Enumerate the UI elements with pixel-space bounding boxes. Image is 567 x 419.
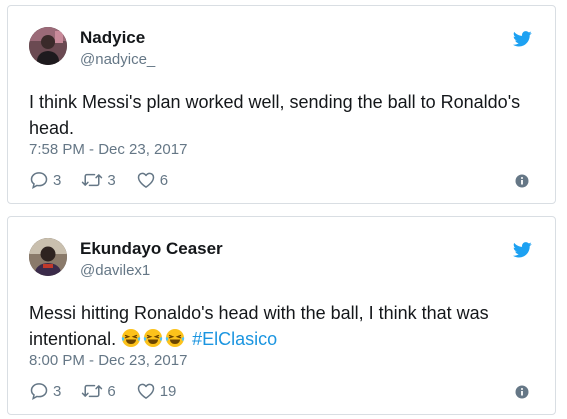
hashtag-link[interactable]: #ElClasico [192, 329, 277, 349]
display-name[interactable]: Nadyice [80, 28, 145, 48]
reply-icon [30, 383, 48, 400]
reply-button[interactable]: 3 [29, 170, 61, 190]
heart-icon [137, 383, 154, 399]
laughing-tears-emoji [165, 329, 185, 347]
user-handle[interactable]: @nadyice_ [80, 51, 155, 68]
reply-icon [30, 172, 48, 189]
retweet-button[interactable]: 3 [81, 170, 116, 190]
tweet-card: Ekundayo Ceaser @davilex1 Messi hitting … [7, 216, 556, 415]
avatar[interactable] [29, 27, 67, 65]
retweet-icon [82, 173, 103, 187]
like-count: 6 [159, 171, 169, 189]
retweet-count: 3 [107, 171, 116, 189]
tweet-card: Nadyice @nadyice_ I think Messi's plan w… [7, 5, 556, 204]
like-button[interactable]: 19 [136, 381, 177, 401]
reply-button[interactable]: 3 [29, 381, 61, 401]
twitter-bird-icon[interactable] [513, 31, 532, 47]
display-name[interactable]: Ekundayo Ceaser [80, 239, 223, 259]
reply-count: 3 [53, 171, 62, 189]
user-handle[interactable]: @davilex1 [80, 262, 150, 279]
retweet-icon [82, 384, 103, 398]
like-count: 19 [159, 382, 177, 400]
timestamp[interactable]: 7:58 PM - Dec 23, 2017 [29, 141, 187, 158]
reply-count: 3 [53, 382, 62, 400]
laughing-tears-emoji [143, 329, 163, 347]
tweet-text: Messi hitting Ronaldo's head with the ba… [29, 300, 539, 352]
avatar[interactable] [29, 238, 67, 276]
info-icon[interactable] [515, 174, 529, 188]
timestamp[interactable]: 8:00 PM - Dec 23, 2017 [29, 352, 187, 369]
tweet-body: I think Messi's plan worked well, sendin… [29, 92, 521, 138]
retweet-button[interactable]: 6 [81, 381, 116, 401]
laughing-tears-emoji [121, 329, 141, 347]
heart-icon [137, 172, 154, 188]
action-bar: 3 6 19 [29, 380, 196, 402]
action-bar: 3 3 6 [29, 169, 188, 191]
like-button[interactable]: 6 [136, 170, 168, 190]
twitter-bird-icon[interactable] [513, 242, 532, 258]
info-icon[interactable] [515, 385, 529, 399]
tweet-text: I think Messi's plan worked well, sendin… [29, 89, 539, 141]
retweet-count: 6 [107, 382, 116, 400]
